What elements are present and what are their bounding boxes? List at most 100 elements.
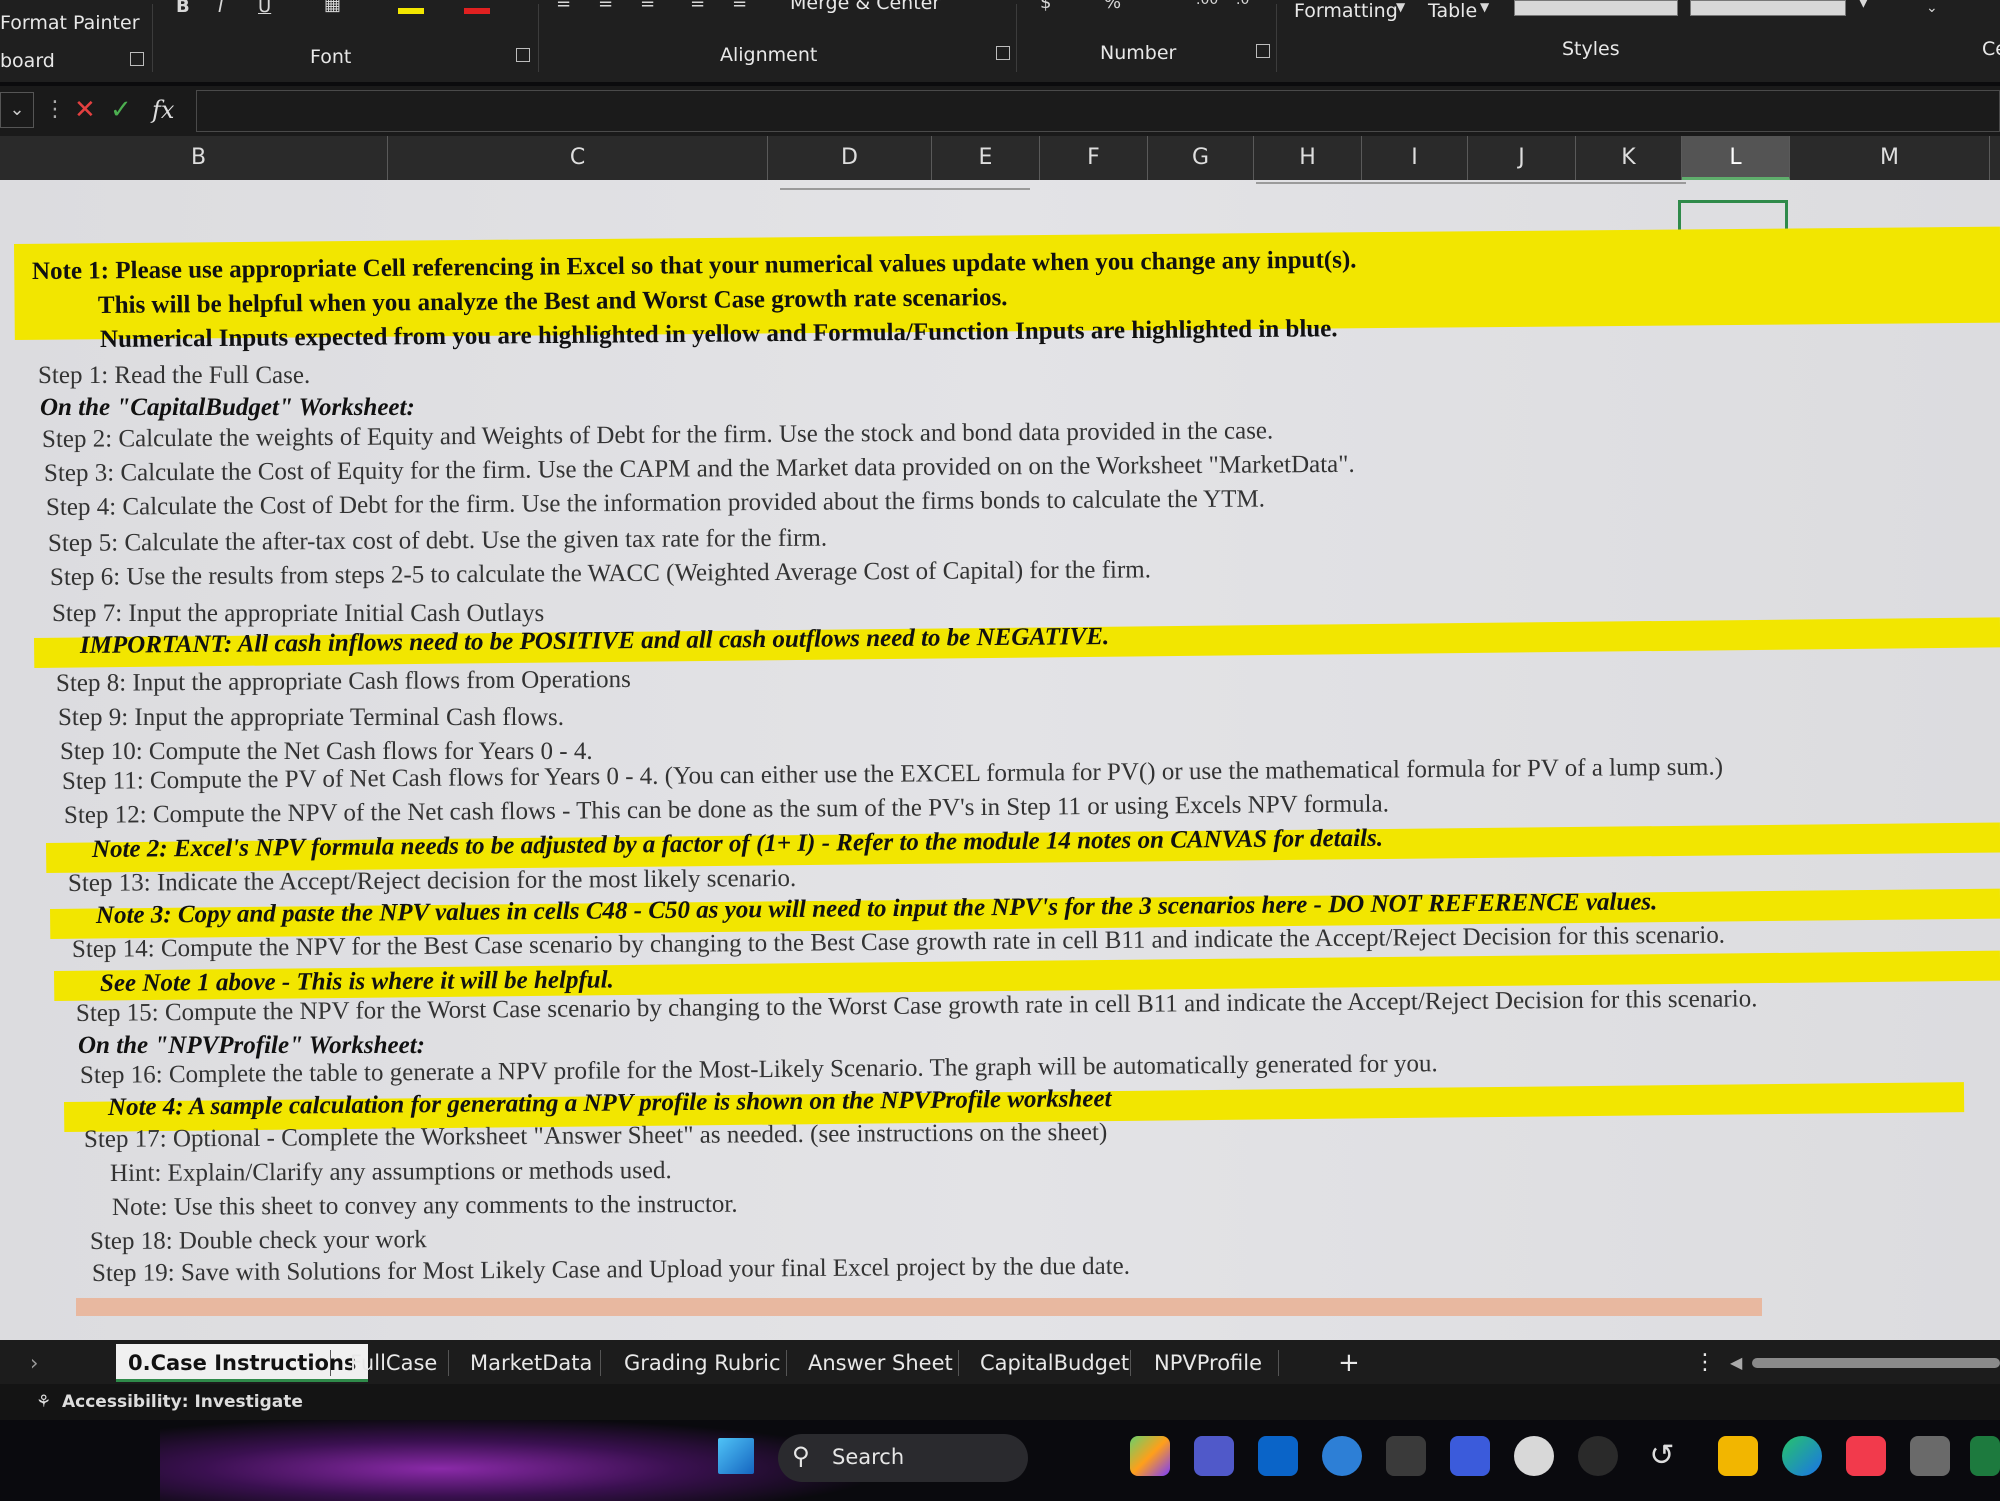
- tab-grading-rubric[interactable]: Grading Rubric: [624, 1344, 781, 1382]
- step-10: Step 10: Compute the Net Cash flows for …: [60, 738, 593, 765]
- align-right-icon[interactable]: ≡: [640, 0, 655, 13]
- app-icon[interactable]: [1910, 1436, 1950, 1476]
- accessibility-icon[interactable]: ⚘: [36, 1392, 51, 1412]
- tab-capitalbudget[interactable]: CapitalBudget: [980, 1344, 1129, 1382]
- copilot-icon[interactable]: [1130, 1436, 1170, 1476]
- step-18: Step 18: Double check your work: [89, 1226, 427, 1255]
- app-icon[interactable]: [1514, 1436, 1554, 1476]
- tab-scroll-icon[interactable]: ›: [30, 1344, 38, 1382]
- horizontal-scrollbar[interactable]: [1752, 1358, 2000, 1368]
- tab-marketdata[interactable]: MarketData: [470, 1344, 592, 1382]
- increase-indent-icon[interactable]: ≡: [732, 0, 747, 13]
- bold-icon[interactable]: B: [176, 0, 190, 17]
- clipboard-launcher-icon[interactable]: [130, 52, 144, 66]
- accounting-format-icon[interactable]: $: [1040, 0, 1051, 13]
- cells-group-label: Ce: [1982, 38, 2000, 60]
- column-header-l[interactable]: L: [1682, 136, 1790, 180]
- percent-format-icon[interactable]: %: [1104, 0, 1121, 13]
- column-header-m[interactable]: M: [1790, 136, 1990, 180]
- cell-style-swatch[interactable]: [1514, 0, 1678, 16]
- insert-function-icon[interactable]: fx: [152, 90, 174, 130]
- cell-style-swatch[interactable]: [1690, 0, 1846, 16]
- app-icon[interactable]: [1578, 1436, 1618, 1476]
- column-header-g[interactable]: G: [1148, 136, 1254, 180]
- step-3: Step 3: Calculate the Cost of Equity for…: [43, 450, 1355, 487]
- font-group-label: Font: [310, 46, 352, 68]
- alignment-launcher-icon[interactable]: [996, 46, 1010, 60]
- step-12: Step 12: Compute the NPV of the Net cash…: [63, 790, 1390, 829]
- scroll-left-icon[interactable]: ◀: [1730, 1344, 1742, 1382]
- conditional-formatting-button[interactable]: Formatting: [1294, 0, 1398, 22]
- section-npvprofile: On the "NPVProfile" Worksheet:: [78, 1032, 425, 1059]
- step-8: Step 8: Input the appropriate Cash flows…: [55, 665, 631, 697]
- teams-icon[interactable]: [1194, 1436, 1234, 1476]
- name-box-dropdown[interactable]: ⌄: [0, 92, 34, 128]
- step-7: Step 7: Input the appropriate Initial Ca…: [52, 600, 545, 627]
- outlook-icon[interactable]: [1258, 1436, 1298, 1476]
- font-color-icon[interactable]: [464, 8, 490, 14]
- number-launcher-icon[interactable]: [1256, 44, 1270, 58]
- ribbon: Format Painter board B I U ▦ Font ≡ ≡ ≡ …: [0, 0, 2000, 82]
- fill-color-icon[interactable]: [398, 8, 424, 14]
- decrease-indent-icon[interactable]: ≡: [690, 0, 705, 13]
- column-header-k[interactable]: K: [1576, 136, 1682, 180]
- taskbar-search[interactable]: ⚲ Search: [778, 1434, 1028, 1482]
- windows-taskbar: ⚲ Search ↺: [0, 1420, 2000, 1501]
- more-options-icon[interactable]: ⋮: [1694, 1344, 1716, 1382]
- borders-icon[interactable]: ▦: [324, 0, 341, 15]
- column-header-e[interactable]: E: [932, 136, 1040, 180]
- chevron-down-icon[interactable]: ⌄: [1926, 0, 1938, 16]
- excel-icon[interactable]: [1970, 1436, 2000, 1476]
- tab-npvprofile[interactable]: NPVProfile: [1154, 1344, 1262, 1382]
- align-left-icon[interactable]: ≡: [556, 0, 571, 13]
- underline-icon[interactable]: U: [258, 0, 271, 17]
- worksheet-grid[interactable]: Note 1: Please use appropriate Cell refe…: [0, 180, 2000, 1340]
- column-header-f[interactable]: F: [1040, 136, 1148, 180]
- column-header-j[interactable]: J: [1468, 136, 1576, 180]
- more-options-icon[interactable]: ⋮: [44, 90, 66, 130]
- music-icon[interactable]: [1846, 1436, 1886, 1476]
- italic-icon[interactable]: I: [218, 0, 223, 17]
- column-header-i[interactable]: I: [1362, 136, 1468, 180]
- tab-fullcase[interactable]: FullCase: [350, 1344, 437, 1382]
- next-row-fill: [76, 1298, 1762, 1316]
- app-icon[interactable]: ↺: [1642, 1436, 1682, 1476]
- step-13: Step 13: Indicate the Accept/Reject deci…: [67, 864, 797, 897]
- formula-input[interactable]: [196, 90, 2000, 132]
- accessibility-status[interactable]: Accessibility: Investigate: [62, 1392, 303, 1412]
- cell-border: [1256, 182, 1686, 184]
- merge-center-button[interactable]: Merge & Center: [790, 0, 940, 14]
- format-as-table-button[interactable]: Table: [1428, 0, 1477, 22]
- settings-icon[interactable]: [1386, 1436, 1426, 1476]
- column-header-h[interactable]: H: [1254, 136, 1362, 180]
- search-icon: ⚲: [792, 1442, 810, 1470]
- step-17: Step 17: Optional - Complete the Workshe…: [83, 1118, 1108, 1153]
- add-sheet-icon[interactable]: +: [1338, 1344, 1360, 1382]
- decrease-decimal-icon[interactable]: .0: [1236, 0, 1249, 8]
- windows-start-icon[interactable]: [718, 1438, 754, 1474]
- column-header-b[interactable]: B: [10, 136, 388, 180]
- step-1: Step 1: Read the Full Case.: [38, 362, 311, 389]
- font-launcher-icon[interactable]: [516, 48, 530, 62]
- clipboard-group-label: board: [0, 50, 55, 72]
- step-2: Step 2: Calculate the weights of Equity …: [41, 417, 1274, 453]
- format-painter-button[interactable]: Format Painter: [0, 12, 140, 34]
- file-explorer-icon[interactable]: [1718, 1436, 1758, 1476]
- edge-icon[interactable]: [1782, 1436, 1822, 1476]
- chevron-down-icon: ▼: [1480, 0, 1490, 14]
- alignment-group-label: Alignment: [720, 44, 818, 66]
- tab-answer-sheet[interactable]: Answer Sheet: [808, 1344, 953, 1382]
- column-header-d[interactable]: D: [768, 136, 932, 180]
- app-icon[interactable]: [1450, 1436, 1490, 1476]
- column-header-c[interactable]: C: [388, 136, 768, 180]
- cancel-icon[interactable]: ✕: [74, 90, 96, 130]
- step-17-note: Note: Use this sheet to convey any comme…: [111, 1190, 738, 1221]
- safari-icon[interactable]: [1322, 1436, 1362, 1476]
- increase-decimal-icon[interactable]: .00: [1196, 0, 1218, 8]
- styles-more-icon[interactable]: ▼: [1858, 0, 1869, 10]
- step-17-hint: Hint: Explain/Clarify any assumptions or…: [109, 1157, 672, 1187]
- sheet-tab-bar: › 0.Case Instructions FullCase MarketDat…: [0, 1340, 2000, 1384]
- align-center-icon[interactable]: ≡: [598, 0, 613, 13]
- step-19: Step 19: Save with Solutions for Most Li…: [91, 1252, 1131, 1287]
- enter-check-icon[interactable]: ✓: [110, 90, 132, 130]
